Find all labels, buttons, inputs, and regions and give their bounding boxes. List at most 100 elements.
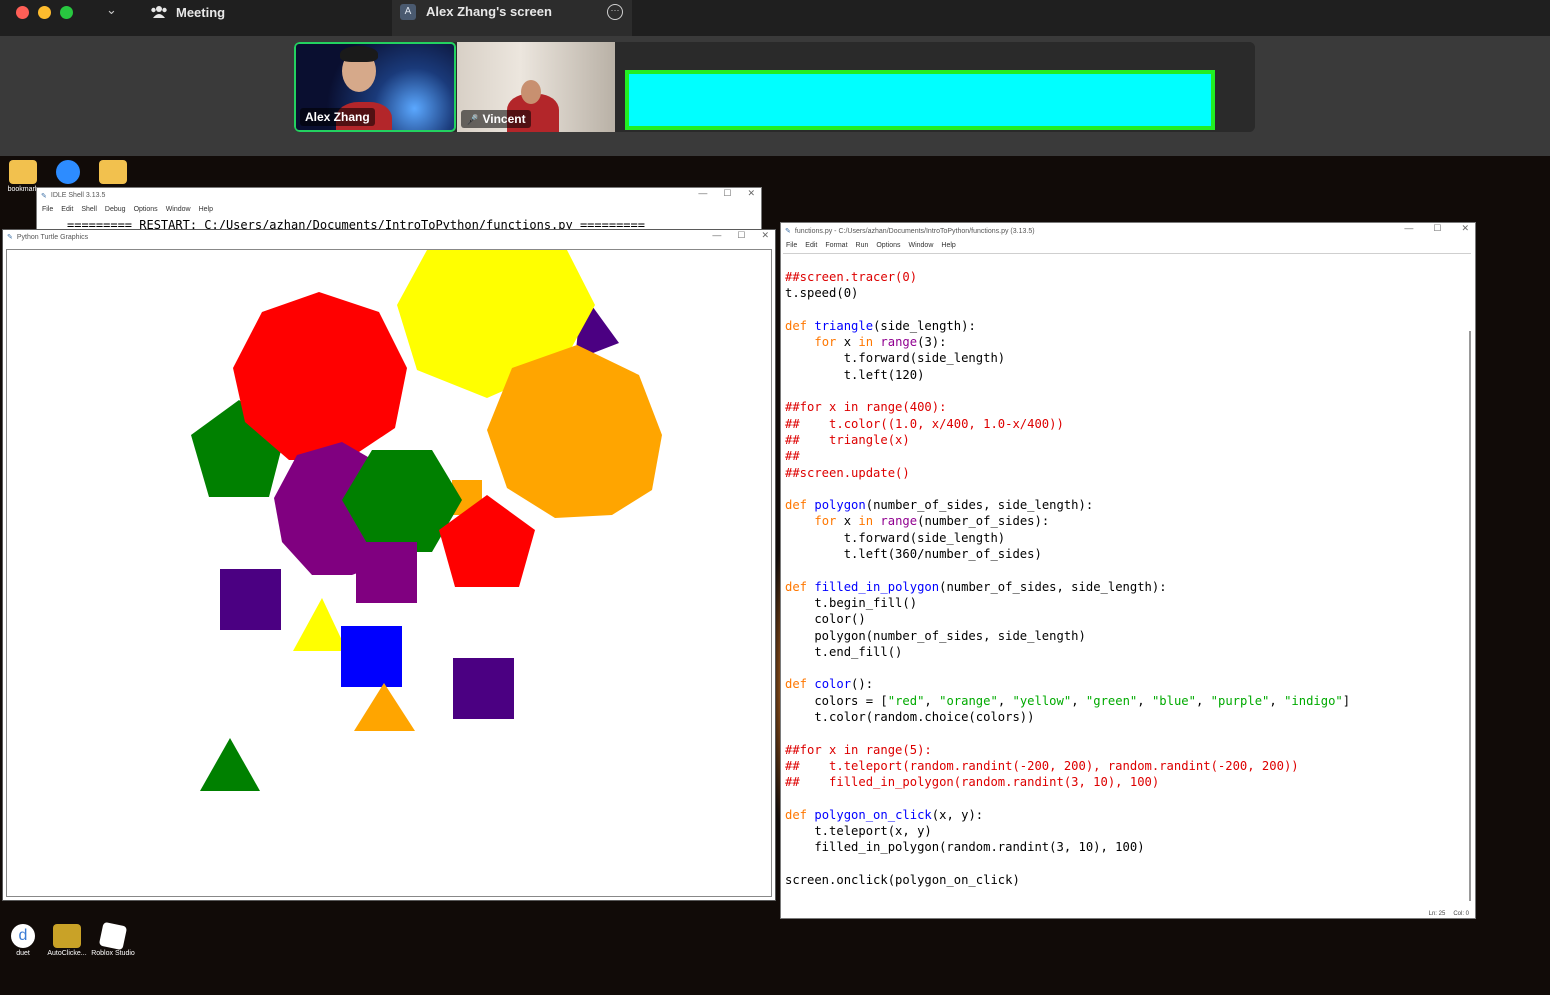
shape-green-triangle [200,738,260,791]
video-tile-alex[interactable]: Alex Zhang [294,42,456,132]
column-number: Col: 0 [1453,911,1469,917]
code-line[interactable]: screen.onclick(polygon_on_click) [785,872,1471,888]
shell-menu-edit[interactable]: Edit [61,206,73,213]
editor-menu-file[interactable]: File [786,242,797,249]
turtle-graphics-window[interactable]: ✎ Python Turtle Graphics — ☐ ✕ [2,229,776,901]
code-line[interactable] [785,660,1471,676]
desktop-icon-zoom[interactable] [45,160,91,186]
shell-menu-debug[interactable]: Debug [105,206,126,213]
shell-menu-shell[interactable]: Shell [81,206,97,213]
more-options-icon[interactable]: ··· [607,4,623,20]
editor-menu-help[interactable]: Help [941,242,955,249]
code-line[interactable]: t.teleport(x, y) [785,823,1471,839]
code-line[interactable]: def filled_in_polygon(number_of_sides, s… [785,579,1471,595]
desktop-icon-folder[interactable] [90,160,136,186]
code-line[interactable]: def color(): [785,676,1471,692]
editor-window[interactable]: ✎ functions.py - C:/Users/azhan/Document… [780,222,1476,919]
close-icon[interactable]: ✕ [747,188,755,199]
maximize-icon[interactable]: ☐ [723,188,731,199]
code-line[interactable]: t.forward(side_length) [785,530,1471,546]
code-line[interactable]: def polygon(number_of_sides, side_length… [785,497,1471,513]
code-line[interactable]: ## t.teleport(random.randint(-200, 200),… [785,758,1471,774]
turtle-title: Python Turtle Graphics [16,233,89,241]
code-line[interactable]: color() [785,611,1471,627]
folder-icon [9,160,37,184]
video-tile-screen[interactable] [615,42,1255,132]
code-line[interactable]: t.left(360/number_of_sides) [785,546,1471,562]
code-line[interactable] [785,791,1471,807]
code-line[interactable] [785,302,1471,318]
chevron-down-icon[interactable]: ⌄ [106,2,117,18]
code-line[interactable]: colors = ["red", "orange", "yellow", "gr… [785,693,1471,709]
code-line[interactable]: ## [785,448,1471,464]
participant-name: Alex Zhang [300,108,375,126]
code-line[interactable] [785,725,1471,741]
maximize-icon[interactable]: ☐ [737,230,745,241]
code-line[interactable] [785,383,1471,399]
minimize-icon[interactable]: — [698,188,707,199]
code-line[interactable]: t.begin_fill() [785,595,1471,611]
code-line[interactable]: ##screen.update() [785,465,1471,481]
meeting-label: Meeting [176,4,226,20]
code-line[interactable]: t.color(random.choice(colors)) [785,709,1471,725]
minimize-icon[interactable]: — [712,230,721,241]
code-line[interactable]: ##screen.tracer(0) [785,269,1471,285]
code-line[interactable]: filled_in_polygon(random.randint(3, 10),… [785,839,1471,855]
fullscreen-window-button[interactable] [60,6,73,19]
shell-menu-window[interactable]: Window [166,206,191,213]
code-line[interactable]: def triangle(side_length): [785,318,1471,334]
code-line[interactable]: t.forward(side_length) [785,350,1471,366]
cyan-video-feed [625,70,1215,130]
minimize-window-button[interactable] [38,6,51,19]
code-line[interactable]: t.speed(0) [785,285,1471,301]
code-line[interactable] [785,481,1471,497]
close-icon[interactable]: ✕ [761,230,769,241]
person-face [521,80,541,104]
turtle-canvas[interactable] [6,249,772,897]
desktop-icon-autoclicker[interactable]: AutoClicke... [44,924,90,957]
shell-menu-help[interactable]: Help [199,206,213,213]
code-line[interactable]: ##for x in range(400): [785,399,1471,415]
code-editor[interactable]: ##screen.tracer(0) t.speed(0) def triangl… [783,253,1471,908]
editor-menu-run[interactable]: Run [856,242,869,249]
shape-indigo-square-left [220,569,281,630]
python-feather-icon: ✎ [785,228,791,235]
code-line[interactable]: for x in range(3): [785,334,1471,350]
turtle-drawing [191,250,662,791]
close-icon[interactable]: ✕ [1461,223,1469,234]
shell-menu-options[interactable]: Options [134,206,158,213]
idle-shell-title: IDLE Shell 3.13.5 [50,192,106,199]
code-line[interactable]: t.left(120) [785,367,1471,383]
editor-statusbar: Ln: 25 Col: 0 [1429,911,1469,917]
shape-blue-square [341,626,402,687]
editor-menu-format[interactable]: Format [825,242,847,249]
editor-menu-options[interactable]: Options [876,242,900,249]
code-line[interactable]: polygon(number_of_sides, side_length) [785,628,1471,644]
code-line[interactable]: ## filled_in_polygon(random.randint(3, 1… [785,774,1471,790]
video-tile-vincent[interactable]: 🎤 Vincent [457,42,615,132]
code-line[interactable]: ## t.color((1.0, x/400, 1.0-x/400)) [785,416,1471,432]
code-line[interactable] [785,856,1471,872]
editor-menu-window[interactable]: Window [908,242,933,249]
desktop-icon-roblox-studio[interactable]: Roblox Studio [90,921,136,957]
code-line[interactable]: t.end_fill() [785,644,1471,660]
close-window-button[interactable] [16,6,29,19]
desktop-icon-duet[interactable]: d duet [0,924,46,957]
python-feather-icon: ✎ [7,234,13,241]
screen-share-tab[interactable]: A Alex Zhang's screen ··· [392,0,632,36]
autoclicker-app-icon [53,924,81,948]
maximize-icon[interactable]: ☐ [1433,223,1441,234]
folder-icon [99,160,127,184]
editor-menu-edit[interactable]: Edit [805,242,817,249]
code-line[interactable]: def polygon_on_click(x, y): [785,807,1471,823]
code-line[interactable]: ## triangle(x) [785,432,1471,448]
screen-share-label: Alex Zhang's screen [426,4,552,19]
editor-scrollbar[interactable] [1469,331,1471,901]
code-line[interactable] [785,562,1471,578]
meeting-tab[interactable]: Meeting [150,0,225,24]
shell-menu-file[interactable]: File [42,206,53,213]
minimize-icon[interactable]: — [1404,223,1413,234]
video-panel: Alex Zhang 🎤 Vincent [0,36,1550,156]
code-line[interactable]: for x in range(number_of_sides): [785,513,1471,529]
code-line[interactable]: ##for x in range(5): [785,742,1471,758]
